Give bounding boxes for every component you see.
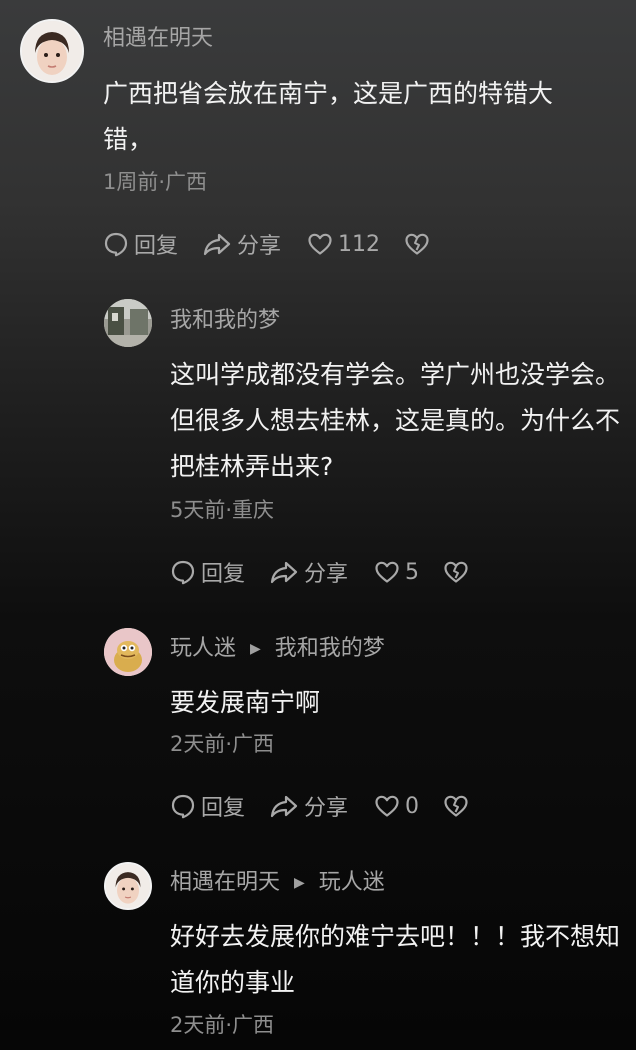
reply-button[interactable]: 回复 <box>170 790 245 822</box>
avatar[interactable] <box>104 862 152 910</box>
comment-actions: 回复 分享 0 <box>170 791 469 821</box>
reply-label: 回复 <box>201 562 246 587</box>
dislike-button[interactable] <box>404 232 430 256</box>
author-name[interactable]: 相遇在明天 <box>170 870 280 895</box>
comment-author[interactable]: 玩人迷 ▶ 我和我的梦 <box>170 635 385 663</box>
comment-author[interactable]: 相遇在明天 ▶ 玩人迷 <box>170 869 385 897</box>
comment-author[interactable]: 我和我的梦 <box>170 307 280 335</box>
author-name[interactable]: 我和我的梦 <box>170 308 280 333</box>
heart-icon <box>308 233 332 255</box>
share-button[interactable]: 分享 <box>202 228 281 260</box>
heart-icon <box>375 561 399 583</box>
share-label: 分享 <box>237 234 282 259</box>
comment-actions: 回复 分享 112 <box>103 229 430 259</box>
comment-text: 好好去发展你的难宁去吧！！！我不想知道你的事业 <box>170 922 621 997</box>
reply-to-name[interactable]: 玩人迷 <box>319 870 385 895</box>
share-button[interactable]: 分享 <box>269 790 348 822</box>
broken-heart-icon <box>444 795 468 817</box>
heart-icon <box>375 795 399 817</box>
like-count: 0 <box>405 793 420 819</box>
like-count: 112 <box>338 231 381 257</box>
share-arrow-icon <box>203 233 231 256</box>
share-label: 分享 <box>304 562 349 587</box>
broken-heart-icon <box>444 561 468 583</box>
comment-meta: 2天前·广西 <box>170 732 275 756</box>
like-button[interactable]: 0 <box>374 794 419 819</box>
share-button[interactable]: 分享 <box>269 556 348 588</box>
comment-bubble-icon <box>104 232 128 257</box>
reply-label: 回复 <box>134 234 179 259</box>
comment-author[interactable]: 相遇在明天 <box>103 25 213 53</box>
author-name[interactable]: 玩人迷 <box>170 636 236 661</box>
comment-bubble-icon <box>171 560 195 585</box>
dislike-button[interactable] <box>443 794 469 818</box>
share-arrow-icon <box>270 795 298 818</box>
comment-meta: 1周前·广西 <box>103 170 208 194</box>
avatar[interactable] <box>104 299 152 347</box>
author-name[interactable]: 相遇在明天 <box>103 26 213 51</box>
broken-heart-icon <box>405 233 429 255</box>
play-triangle-icon: ▶ <box>294 875 305 891</box>
like-button[interactable]: 5 <box>374 560 419 585</box>
comment-bubble-icon <box>171 794 195 819</box>
share-label: 分享 <box>304 796 349 821</box>
reply-to-name[interactable]: 我和我的梦 <box>275 636 385 661</box>
like-count: 5 <box>405 559 420 585</box>
comment-actions: 回复 分享 5 <box>170 557 469 587</box>
play-triangle-icon: ▶ <box>250 641 261 657</box>
reply-button[interactable]: 回复 <box>170 556 245 588</box>
dislike-button[interactable] <box>443 560 469 584</box>
avatar[interactable] <box>104 628 152 676</box>
comment-meta: 2天前·广西 <box>170 1013 275 1037</box>
reply-label: 回复 <box>201 796 246 821</box>
comment-text: 要发展南宁啊 <box>170 688 321 717</box>
comment-meta: 5天前·重庆 <box>170 498 275 522</box>
avatar[interactable] <box>20 19 84 83</box>
like-button[interactable]: 112 <box>307 232 380 257</box>
comment-text: 这叫学成都没有学会。学广州也没学会。但很多人想去桂林，这是真的。为什么不把桂林弄… <box>170 360 621 481</box>
comment-text: 广西把省会放在南宁，这是广西的特错大错， <box>103 79 554 154</box>
share-arrow-icon <box>270 561 298 584</box>
reply-button[interactable]: 回复 <box>103 228 178 260</box>
